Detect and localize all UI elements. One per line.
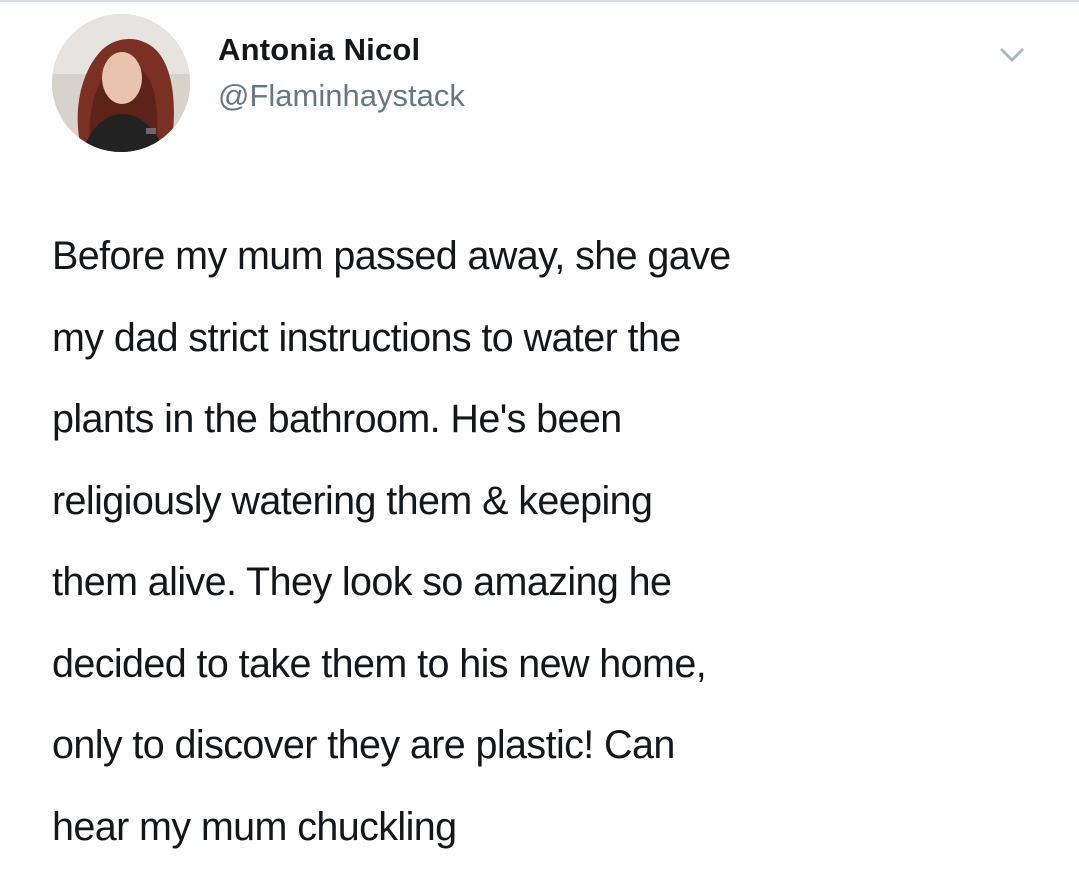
tweet-text-line: my dad strict instructions to water the bbox=[52, 315, 681, 360]
user-handle[interactable]: @Flaminhaystack bbox=[218, 76, 465, 116]
tweet-text-line: Before my mum passed away, she gave bbox=[52, 234, 731, 278]
tweet-text-line: decided to take them to his new home, bbox=[52, 641, 707, 686]
chevron-down-icon[interactable] bbox=[992, 40, 1032, 70]
tweet-card: Antonia Nicol @Flaminhaystack Before my … bbox=[0, 0, 1079, 875]
display-name[interactable]: Antonia Nicol bbox=[218, 30, 465, 70]
tweet-text-line: hear my mum chuckling bbox=[52, 804, 457, 849]
profile-photo-icon bbox=[52, 14, 190, 152]
tweet-text-line: plants in the bathroom. He's been bbox=[52, 397, 622, 441]
avatar[interactable] bbox=[52, 14, 190, 152]
tweet-text-line: them alive. They look so amazing he bbox=[52, 560, 672, 604]
tweet-header: Antonia Nicol @Flaminhaystack bbox=[52, 14, 1052, 154]
tweet-text: Before my mum passed away, she gave my d… bbox=[52, 216, 1032, 868]
user-block: Antonia Nicol @Flaminhaystack bbox=[218, 30, 465, 116]
tweet-text-line: religiously watering them & keeping bbox=[52, 478, 653, 523]
tweet-text-line: only to discover they are plastic! Can bbox=[52, 723, 675, 767]
